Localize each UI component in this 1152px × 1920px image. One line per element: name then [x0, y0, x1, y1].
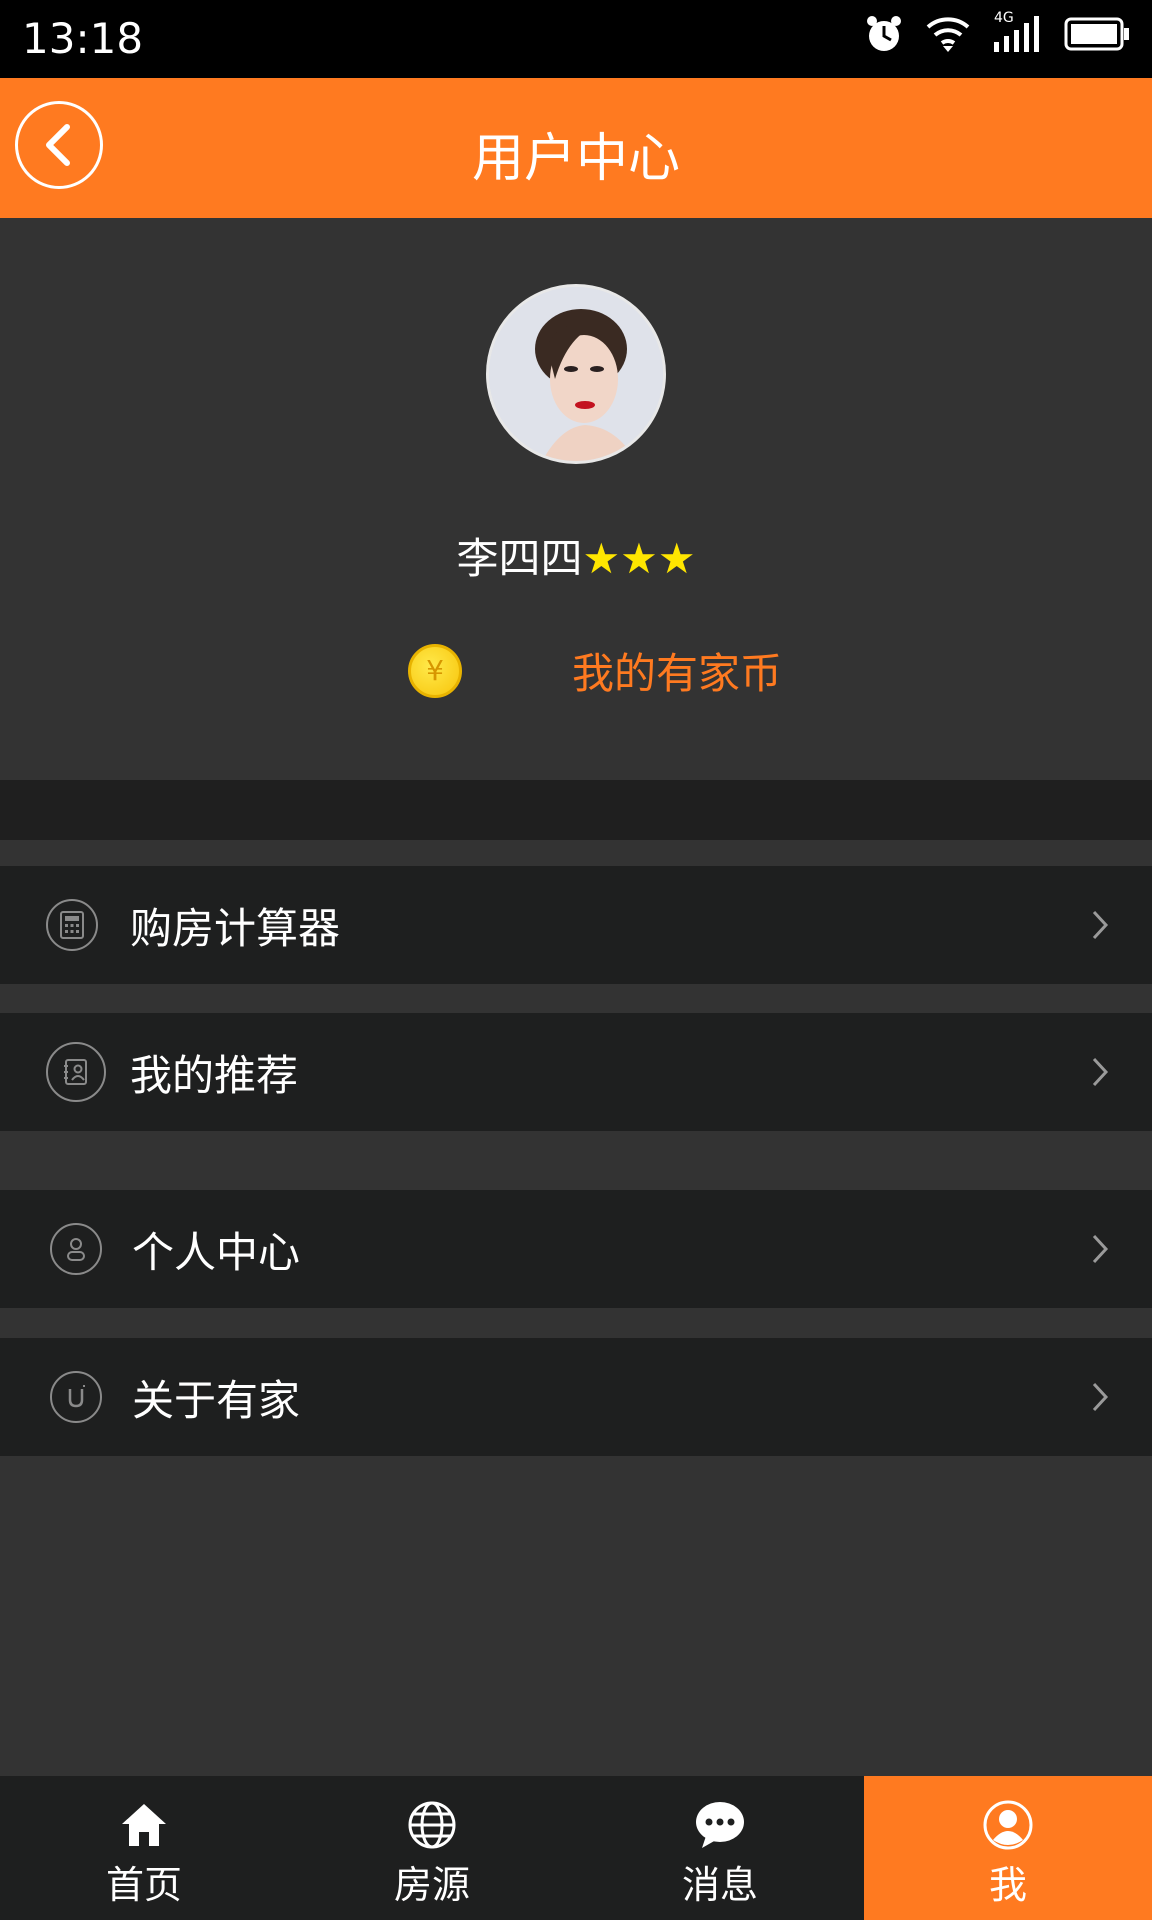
menu-item-calculator[interactable]: 购房计算器: [0, 866, 1152, 984]
menu-item-about[interactable]: 关于有家: [0, 1338, 1152, 1456]
chevron-right-icon: [1092, 1382, 1109, 1412]
nav-tab-label: 我: [988, 1863, 1027, 1907]
user-name-row: 李四四★★★: [0, 525, 1152, 586]
nav-tab-label: 消息: [681, 1863, 758, 1907]
chevron-right-icon: [1092, 1234, 1109, 1264]
star-rating: ★★★: [582, 534, 696, 583]
bottom-nav: 首页 房源 消息 我: [0, 1776, 1152, 1920]
menu-item-personal-center[interactable]: 个人中心: [0, 1190, 1152, 1308]
menu-item-recommendations[interactable]: 我的推荐: [0, 1013, 1152, 1131]
chevron-right-icon: [1092, 910, 1109, 940]
user-icon: [50, 1223, 102, 1275]
menu-item-label: 我的推荐: [130, 1050, 299, 1100]
nav-tab-listings[interactable]: 房源: [288, 1776, 576, 1920]
u-logo-icon: [50, 1371, 102, 1423]
user-name: 李四四: [456, 534, 583, 583]
coins-label: 我的有家币: [572, 649, 783, 698]
menu-item-label: 关于有家: [132, 1375, 301, 1425]
title-bar: 用户中心: [0, 78, 1152, 218]
globe-icon: [407, 1798, 457, 1852]
nav-tab-label: 房源: [393, 1863, 470, 1907]
coins-link[interactable]: ¥ 我的有家币: [408, 640, 782, 701]
battery-icon: [1064, 17, 1129, 51]
menu-item-label: 购房计算器: [130, 903, 341, 953]
wifi-icon: [926, 17, 970, 52]
chat-icon: [694, 1798, 746, 1852]
page-title: 用户中心: [471, 129, 680, 189]
coin-icon: ¥: [408, 643, 462, 698]
section-divider: [0, 780, 1152, 840]
nav-tab-messages[interactable]: 消息: [576, 1776, 864, 1920]
chevron-right-icon: [1092, 1057, 1109, 1087]
nav-tab-home[interactable]: 首页: [0, 1776, 288, 1920]
coin-symbol: ¥: [426, 654, 444, 687]
menu-item-label: 个人中心: [132, 1227, 301, 1277]
status-icons: 4G: [864, 10, 1130, 54]
calculator-icon: [46, 899, 98, 951]
avatar-photo: [489, 287, 663, 461]
nav-tab-label: 首页: [105, 1863, 182, 1907]
status-time: 13:18: [22, 14, 144, 63]
alarm-icon: [867, 16, 901, 51]
nav-tab-me[interactable]: 我: [864, 1776, 1152, 1920]
home-icon: [120, 1798, 168, 1852]
user-center-screen: 13:18 4G 用户中心 李四四★★★ ¥ 我的有家币 购房计算器 我的推荐 …: [0, 0, 1152, 1920]
contact-book-icon: [46, 1042, 106, 1102]
avatar[interactable]: [486, 284, 666, 464]
signal-indicator: 4G: [992, 10, 1042, 54]
user-icon: [983, 1798, 1033, 1852]
status-bar: 13:18 4G: [0, 0, 1152, 78]
signal-icon: [994, 16, 1039, 52]
